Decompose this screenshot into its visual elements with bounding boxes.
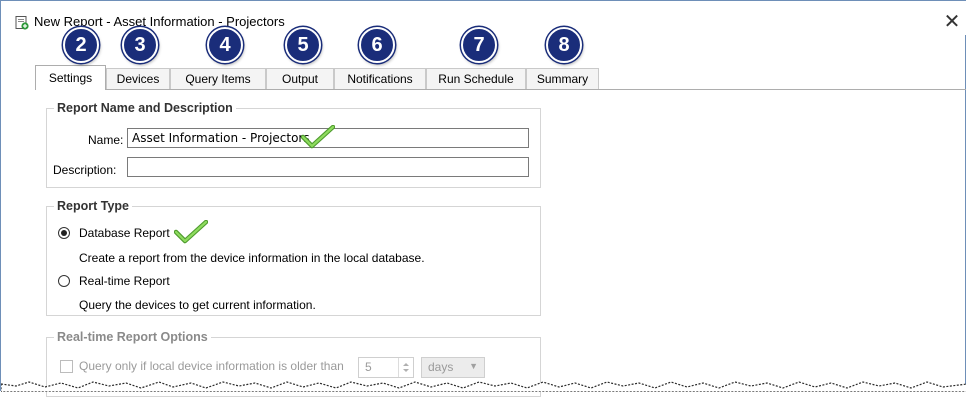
- checkmark-annotation-icon: [301, 125, 335, 149]
- description-label: Description:: [53, 163, 117, 177]
- stepper-arrows-icon[interactable]: [398, 358, 413, 377]
- query-older-checkbox[interactable]: [60, 360, 73, 373]
- report-name-group-legend: Report Name and Description: [54, 101, 236, 115]
- tab-summary[interactable]: Summary: [526, 68, 599, 89]
- realtime-report-label[interactable]: Real-time Report: [79, 274, 170, 288]
- report-app-icon: [15, 16, 29, 30]
- query-older-label: Query only if local device information i…: [79, 359, 344, 373]
- step-badge-6: 6: [359, 27, 395, 63]
- torn-edge-decoration: [1, 381, 966, 392]
- database-report-radio[interactable]: [58, 227, 70, 239]
- tab-query-items[interactable]: Query Items: [170, 68, 266, 89]
- description-field[interactable]: [127, 157, 529, 177]
- tab-output[interactable]: Output: [266, 68, 334, 89]
- window-title: New Report - Asset Information - Project…: [34, 14, 285, 29]
- step-badge-3: 3: [122, 27, 158, 63]
- realtime-report-description: Query the devices to get current informa…: [79, 298, 316, 312]
- age-value: 5: [365, 360, 372, 374]
- step-badge-2: 2: [63, 27, 99, 63]
- tab-settings[interactable]: Settings: [35, 65, 106, 90]
- tab-devices[interactable]: Devices: [106, 68, 170, 89]
- checkmark-annotation-icon: [174, 220, 208, 244]
- step-badge-7: 7: [461, 27, 497, 63]
- age-unit-value: days: [428, 360, 454, 374]
- age-value-stepper[interactable]: 5: [358, 357, 414, 378]
- report-type-group-legend: Report Type: [54, 199, 132, 213]
- database-report-description: Create a report from the device informat…: [79, 251, 425, 265]
- step-badge-8: 8: [546, 27, 582, 63]
- database-report-label[interactable]: Database Report: [79, 226, 170, 240]
- tab-run-schedule[interactable]: Run Schedule: [426, 68, 526, 89]
- step-badge-4: 4: [207, 27, 243, 63]
- tab-notifications[interactable]: Notifications: [334, 68, 426, 89]
- realtime-options-group-legend: Real-time Report Options: [54, 330, 211, 344]
- step-badge-5: 5: [285, 27, 321, 63]
- report-window: New Report - Asset Information - Project…: [0, 0, 966, 397]
- age-unit-select[interactable]: days ▼: [421, 357, 485, 378]
- realtime-report-radio[interactable]: [58, 275, 70, 287]
- close-icon[interactable]: ✕: [937, 9, 966, 35]
- name-label: Name:: [88, 133, 124, 147]
- chevron-down-icon: ▼: [469, 361, 478, 371]
